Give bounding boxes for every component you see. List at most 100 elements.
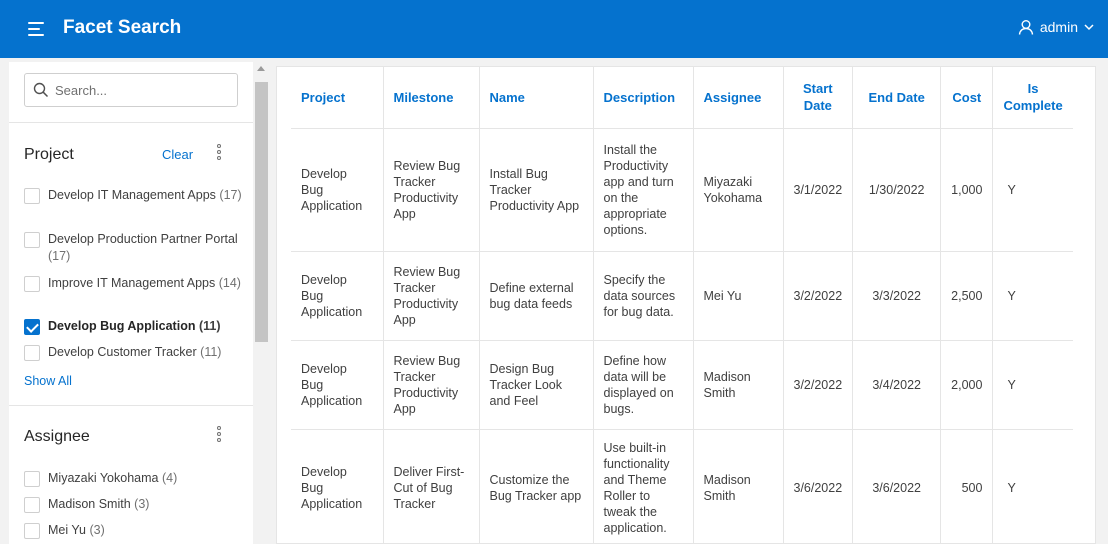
app-title[interactable]: Facet Search bbox=[63, 17, 181, 39]
checkbox[interactable] bbox=[24, 276, 40, 292]
scroll-up-arrow-icon[interactable] bbox=[257, 66, 265, 71]
column-header-start-date[interactable]: Start Date bbox=[782, 67, 853, 129]
cell-assignee: Mei Yu bbox=[692, 251, 783, 341]
checkbox[interactable] bbox=[24, 345, 40, 361]
facet-option-develop-it-management-apps[interactable]: Develop IT Management Apps (17) bbox=[24, 187, 246, 204]
user-icon bbox=[1018, 20, 1034, 35]
checkbox[interactable] bbox=[24, 523, 40, 539]
cell-milestone: Review Bug Tracker Productivity App bbox=[382, 340, 479, 430]
column-header-name[interactable]: Name bbox=[478, 67, 593, 129]
table-row: Develop Bug Application Review Bug Track… bbox=[291, 340, 1073, 430]
column-header-cost[interactable]: Cost bbox=[940, 67, 993, 129]
checkbox[interactable] bbox=[24, 188, 40, 204]
column-header-is-complete[interactable]: Is Complete bbox=[992, 67, 1073, 129]
facet-option-miyazaki-yokohama[interactable]: Miyazaki Yokohama (4) bbox=[24, 470, 246, 487]
cell-name: Design Bug Tracker Look and Feel bbox=[478, 340, 593, 430]
cell-start-date: 3/1/2022 bbox=[782, 128, 853, 252]
cell-description: Install the Productivity app and turn on… bbox=[592, 128, 693, 252]
facet-option-count: (11) bbox=[198, 319, 221, 333]
user-menu-button[interactable]: admin bbox=[1018, 19, 1094, 35]
facet-option-improve-it-management-apps[interactable]: Improve IT Management Apps (14) bbox=[24, 275, 246, 292]
facet-option-mei-yu[interactable]: Mei Yu (3) bbox=[24, 522, 246, 539]
cell-name: Install Bug Tracker Productivity App bbox=[478, 128, 593, 252]
checkbox[interactable] bbox=[24, 471, 40, 487]
column-header-project[interactable]: Project bbox=[291, 67, 383, 129]
facet-title-assignee: Assignee bbox=[24, 428, 90, 445]
facet-option-develop-bug-application[interactable]: Develop Bug Application (11) bbox=[24, 318, 246, 335]
cell-project: Develop Bug Application bbox=[291, 340, 383, 430]
table-header-row: Project Milestone Name Description Assig… bbox=[291, 67, 1073, 129]
cell-is-complete: Y bbox=[992, 251, 1073, 341]
clear-button[interactable]: Clear bbox=[162, 147, 193, 162]
facet-option-count: (11) bbox=[200, 345, 222, 359]
table-row: Develop Bug Application Review Bug Track… bbox=[291, 251, 1073, 341]
cell-cost: 1,000 bbox=[940, 128, 993, 252]
cell-end-date: 3/6/2022 bbox=[852, 429, 941, 543]
sidebar-scrollbar[interactable] bbox=[253, 62, 270, 544]
scrollbar-thumb[interactable] bbox=[255, 82, 268, 342]
facet-option-develop-customer-tracker[interactable]: Develop Customer Tracker (11) bbox=[24, 344, 246, 361]
facet-option-count: (4) bbox=[161, 471, 178, 485]
chevron-down-icon bbox=[1084, 24, 1094, 31]
cell-start-date: 3/2/2022 bbox=[782, 251, 853, 341]
facet-option-develop-production-partner-portal[interactable]: Develop Production Partner Portal (17) bbox=[24, 231, 246, 265]
cell-description: Define how data will be displayed on bug… bbox=[592, 340, 693, 430]
facet-option-label: Madison Smith bbox=[48, 497, 131, 511]
results-report: Project Milestone Name Description Assig… bbox=[276, 66, 1096, 544]
user-name: admin bbox=[1039, 19, 1078, 35]
table-row: Develop Bug Application Review Bug Track… bbox=[291, 128, 1073, 252]
facet-option-label: Improve IT Management Apps bbox=[48, 276, 216, 290]
divider bbox=[9, 122, 253, 123]
cell-assignee: Miyazaki Yokohama bbox=[692, 128, 783, 252]
facet-option-count: (17) bbox=[219, 188, 242, 202]
facet-option-label: Develop Customer Tracker bbox=[48, 345, 197, 359]
facet-option-label: Mei Yu bbox=[48, 523, 86, 537]
checkbox[interactable] bbox=[24, 497, 40, 513]
column-header-end-date[interactable]: End Date bbox=[852, 67, 941, 129]
search-field[interactable] bbox=[24, 73, 238, 107]
search-icon bbox=[33, 82, 49, 98]
checkbox-checked[interactable] bbox=[24, 319, 40, 335]
table-row: Develop Bug Application Deliver First-Cu… bbox=[291, 429, 1073, 543]
cell-is-complete: Y bbox=[992, 128, 1073, 252]
menu-icon[interactable] bbox=[28, 22, 44, 36]
facet-option-count: (17) bbox=[48, 249, 71, 263]
column-header-assignee[interactable]: Assignee bbox=[692, 67, 783, 129]
cell-project: Develop Bug Application bbox=[291, 429, 383, 543]
cell-milestone: Review Bug Tracker Productivity App bbox=[382, 128, 479, 252]
cell-assignee: Madison Smith bbox=[692, 340, 783, 430]
show-all-link[interactable]: Show All bbox=[24, 374, 72, 388]
cell-description: Use built-in functionality and Theme Rol… bbox=[592, 429, 693, 543]
search-input[interactable] bbox=[55, 82, 225, 98]
facet-option-count: (3) bbox=[134, 497, 150, 511]
cell-assignee: Madison Smith bbox=[692, 429, 783, 543]
cell-start-date: 3/2/2022 bbox=[782, 340, 853, 430]
cell-end-date: 3/4/2022 bbox=[852, 340, 941, 430]
app-header: Facet Search admin bbox=[0, 0, 1108, 58]
facet-title-project: Project bbox=[24, 146, 74, 163]
cell-end-date: 1/30/2022 bbox=[852, 128, 941, 252]
facet-option-label: Develop IT Management Apps bbox=[48, 188, 216, 202]
more-options-icon[interactable] bbox=[215, 144, 223, 162]
facet-sidebar: Project Clear Develop IT Management Apps… bbox=[9, 62, 253, 544]
column-header-milestone[interactable]: Milestone bbox=[382, 67, 479, 129]
cell-cost: 2,000 bbox=[940, 340, 993, 430]
cell-cost: 500 bbox=[940, 429, 993, 543]
column-header-description[interactable]: Description bbox=[592, 67, 693, 129]
facet-option-label: Develop Production Partner Portal bbox=[48, 232, 238, 246]
more-options-icon[interactable] bbox=[215, 426, 223, 444]
checkbox[interactable] bbox=[24, 232, 40, 248]
facet-option-madison-smith[interactable]: Madison Smith (3) bbox=[24, 496, 246, 513]
facet-option-label: Develop Bug Application bbox=[48, 319, 196, 333]
facet-option-label: Miyazaki Yokohama bbox=[48, 471, 159, 485]
cell-is-complete: Y bbox=[992, 340, 1073, 430]
cell-description: Specify the data sources for bug data. bbox=[592, 251, 693, 341]
facet-option-count: (14) bbox=[218, 276, 241, 290]
cell-start-date: 3/6/2022 bbox=[782, 429, 853, 543]
cell-project: Develop Bug Application bbox=[291, 251, 383, 341]
cell-milestone: Deliver First-Cut of Bug Tracker bbox=[382, 429, 479, 543]
results-table: Project Milestone Name Description Assig… bbox=[291, 67, 1073, 543]
divider bbox=[9, 405, 253, 406]
cell-project: Develop Bug Application bbox=[291, 128, 383, 252]
cell-end-date: 3/3/2022 bbox=[852, 251, 941, 341]
